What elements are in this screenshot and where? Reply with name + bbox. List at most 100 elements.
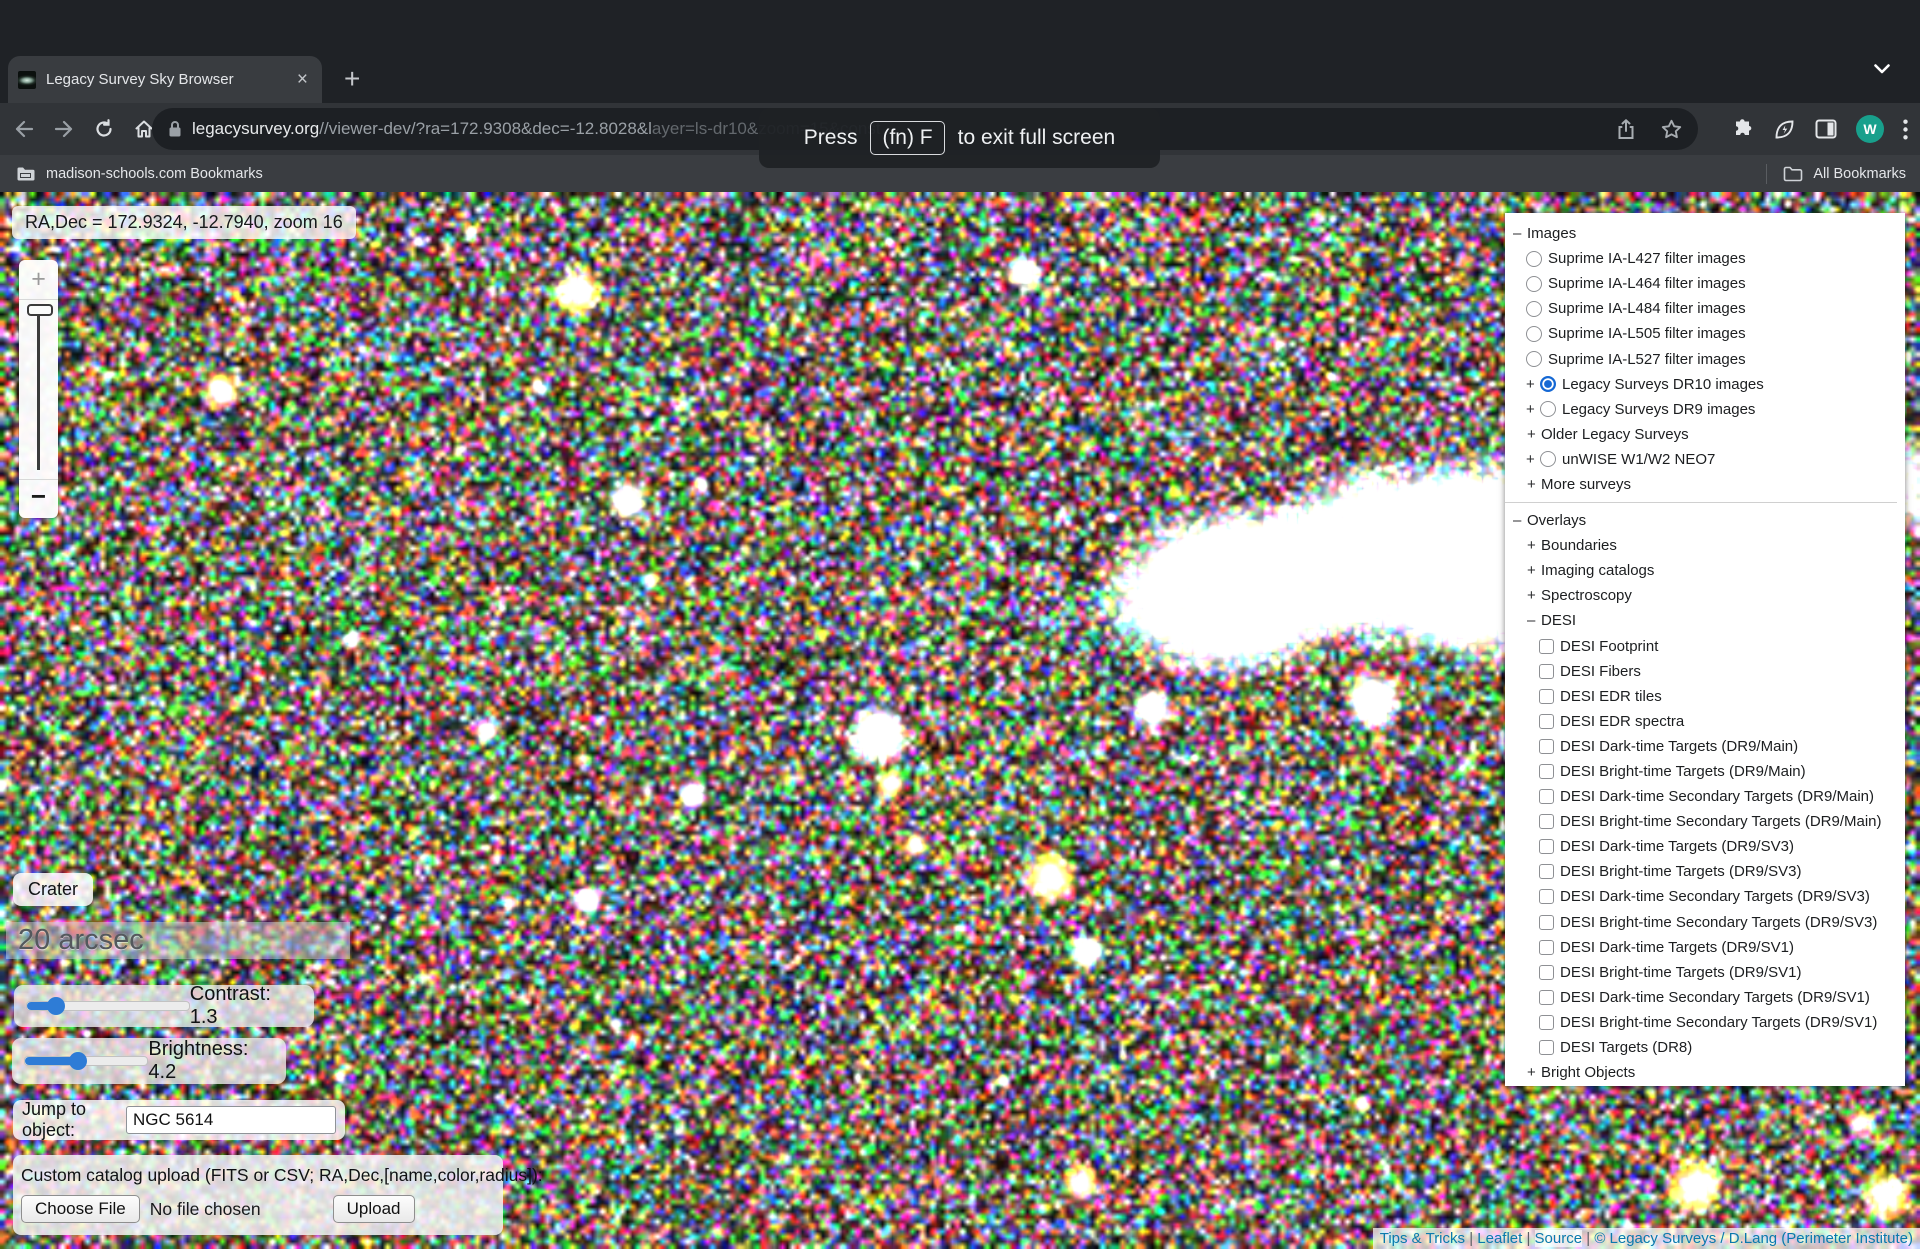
- all-bookmarks-item[interactable]: All Bookmarks: [1766, 164, 1906, 184]
- share-icon[interactable]: [1617, 119, 1635, 140]
- layer-option-suprime-ia-l505-filter-images[interactable]: Suprime IA-L505 filter images: [1513, 321, 1905, 346]
- expand-icon[interactable]: +: [1527, 562, 1541, 579]
- layer-option-legacy-surveys-dr10-images[interactable]: +Legacy Surveys DR10 images: [1513, 372, 1905, 397]
- collapse-icon[interactable]: –: [1527, 612, 1541, 629]
- back-icon[interactable]: [14, 120, 34, 138]
- tab-close-icon[interactable]: ×: [293, 70, 312, 89]
- forward-icon[interactable]: [54, 120, 74, 138]
- kebab-menu-icon[interactable]: [1903, 119, 1908, 140]
- expand-icon[interactable]: +: [1526, 376, 1540, 393]
- expand-icon[interactable]: +: [1527, 587, 1541, 604]
- zoom-slider-track[interactable]: [37, 310, 40, 470]
- contrast-slider[interactable]: [26, 1001, 190, 1011]
- zoom-in-button[interactable]: +: [19, 260, 58, 300]
- bookmarks-folder-item[interactable]: madison-schools.com Bookmarks: [16, 166, 263, 182]
- layer-option-imaging-catalogs[interactable]: +Imaging catalogs: [1513, 558, 1905, 583]
- layer-option-more-surveys[interactable]: +More surveys: [1513, 472, 1905, 497]
- layer-option-desi-bright-time-targets-dr9-main[interactable]: DESI Bright-time Targets (DR9/Main): [1513, 759, 1905, 784]
- layer-option-desi-bright-time-secondary-targets-dr9-sv3[interactable]: DESI Bright-time Secondary Targets (DR9/…: [1513, 910, 1905, 935]
- checkbox-unchecked[interactable]: [1539, 814, 1554, 829]
- checkbox-unchecked[interactable]: [1539, 889, 1554, 904]
- checkbox-unchecked[interactable]: [1539, 689, 1554, 704]
- attribution-link-tips-tricks[interactable]: Tips & Tricks: [1380, 1230, 1465, 1247]
- radio-unchecked[interactable]: [1526, 326, 1542, 342]
- expand-icon[interactable]: +: [1527, 476, 1541, 493]
- checkbox-unchecked[interactable]: [1539, 839, 1554, 854]
- zoom-slider[interactable]: [19, 306, 58, 474]
- layer-option-desi-bright-time-secondary-targets-dr9-sv1[interactable]: DESI Bright-time Secondary Targets (DR9/…: [1513, 1010, 1905, 1035]
- layer-option-desi-bright-time-secondary-targets-dr9-main[interactable]: DESI Bright-time Secondary Targets (DR9/…: [1513, 809, 1905, 834]
- extensions-puzzle-icon[interactable]: [1732, 118, 1754, 140]
- layer-option-desi-bright-time-targets-dr9-sv1[interactable]: DESI Bright-time Targets (DR9/SV1): [1513, 960, 1905, 985]
- new-tab-button[interactable]: +: [336, 60, 368, 98]
- radio-checked[interactable]: [1540, 376, 1556, 392]
- expand-icon[interactable]: +: [1527, 426, 1541, 443]
- layer-option-bright-objects[interactable]: +Bright Objects: [1513, 1060, 1905, 1085]
- checkbox-unchecked[interactable]: [1539, 639, 1554, 654]
- checkbox-unchecked[interactable]: [1539, 990, 1554, 1005]
- layer-option-unwise-w1-w2-neo7[interactable]: +unWISE W1/W2 NEO7: [1513, 447, 1905, 472]
- jump-to-object-input[interactable]: [126, 1106, 336, 1134]
- layer-option-spectroscopy[interactable]: +Spectroscopy: [1513, 583, 1905, 608]
- section-images[interactable]: –Images: [1513, 221, 1905, 246]
- section-overlays[interactable]: –Overlays: [1513, 508, 1905, 533]
- layer-option-desi-dark-time-targets-dr9-sv3[interactable]: DESI Dark-time Targets (DR9/SV3): [1513, 834, 1905, 859]
- bookmark-star-icon[interactable]: [1661, 119, 1682, 139]
- layer-option-desi-edr-spectra[interactable]: DESI EDR spectra: [1513, 709, 1905, 734]
- checkbox-unchecked[interactable]: [1539, 789, 1554, 804]
- sky-map[interactable]: RA,Dec = 172.9324, -12.7940, zoom 16 + −…: [0, 192, 1920, 1249]
- layer-option-desi-edr-tiles[interactable]: DESI EDR tiles: [1513, 684, 1905, 709]
- layer-option-desi-fibers[interactable]: DESI Fibers: [1513, 659, 1905, 684]
- zoom-out-button[interactable]: −: [19, 480, 58, 518]
- upload-button[interactable]: Upload: [333, 1195, 415, 1223]
- layer-option-desi-dark-time-targets-dr9-sv1[interactable]: DESI Dark-time Targets (DR9/SV1): [1513, 935, 1905, 960]
- contrast-slider-thumb[interactable]: [47, 997, 65, 1015]
- attribution-link-legacy-surveys-d-lang-perimeter-institute[interactable]: © Legacy Surveys / D.Lang (Perimeter Ins…: [1594, 1230, 1913, 1247]
- attribution-link-leaflet[interactable]: Leaflet: [1477, 1230, 1522, 1247]
- collapse-icon[interactable]: –: [1513, 225, 1527, 242]
- brightness-slider[interactable]: [24, 1056, 148, 1066]
- checkbox-unchecked[interactable]: [1539, 965, 1554, 980]
- expand-icon[interactable]: +: [1527, 537, 1541, 554]
- checkbox-unchecked[interactable]: [1539, 714, 1554, 729]
- expand-icon[interactable]: +: [1526, 451, 1540, 468]
- radio-unchecked[interactable]: [1526, 301, 1542, 317]
- layer-option-boundaries[interactable]: +Boundaries: [1513, 533, 1905, 558]
- checkbox-unchecked[interactable]: [1539, 1015, 1554, 1030]
- layer-option-suprime-ia-l484-filter-images[interactable]: Suprime IA-L484 filter images: [1513, 296, 1905, 321]
- side-panel-icon[interactable]: [1815, 119, 1837, 139]
- reload-icon[interactable]: [94, 119, 114, 139]
- home-icon[interactable]: [134, 119, 154, 139]
- attribution-link-source[interactable]: Source: [1535, 1230, 1583, 1247]
- profile-avatar[interactable]: W: [1856, 115, 1884, 143]
- checkbox-unchecked[interactable]: [1539, 940, 1554, 955]
- layer-option-desi-dark-time-secondary-targets-dr9-sv1[interactable]: DESI Dark-time Secondary Targets (DR9/SV…: [1513, 985, 1905, 1010]
- layer-option-desi-bright-time-targets-dr9-sv3[interactable]: DESI Bright-time Targets (DR9/SV3): [1513, 859, 1905, 884]
- checkbox-unchecked[interactable]: [1539, 864, 1554, 879]
- checkbox-unchecked[interactable]: [1539, 1040, 1554, 1055]
- tab-legacy-survey[interactable]: Legacy Survey Sky Browser ×: [8, 56, 322, 103]
- radio-unchecked[interactable]: [1540, 451, 1556, 467]
- battery-saver-leaf-icon[interactable]: [1773, 118, 1796, 141]
- layer-option-suprime-ia-l527-filter-images[interactable]: Suprime IA-L527 filter images: [1513, 346, 1905, 371]
- expand-icon[interactable]: +: [1526, 401, 1540, 418]
- layer-option-suprime-ia-l427-filter-images[interactable]: Suprime IA-L427 filter images: [1513, 246, 1905, 271]
- checkbox-unchecked[interactable]: [1539, 764, 1554, 779]
- layer-option-desi-dark-time-targets-dr9-main[interactable]: DESI Dark-time Targets (DR9/Main): [1513, 734, 1905, 759]
- layer-option-desi-footprint[interactable]: DESI Footprint: [1513, 634, 1905, 659]
- section-desi[interactable]: –DESI: [1513, 608, 1905, 633]
- collapse-icon[interactable]: –: [1513, 512, 1527, 529]
- layer-option-older-legacy-surveys[interactable]: +Older Legacy Surveys: [1513, 422, 1905, 447]
- layer-option-suprime-ia-l464-filter-images[interactable]: Suprime IA-L464 filter images: [1513, 271, 1905, 296]
- zoom-slider-handle[interactable]: [27, 304, 53, 316]
- radio-unchecked[interactable]: [1526, 276, 1542, 292]
- checkbox-unchecked[interactable]: [1539, 664, 1554, 679]
- choose-file-button[interactable]: Choose File: [21, 1195, 140, 1223]
- checkbox-unchecked[interactable]: [1539, 915, 1554, 930]
- checkbox-unchecked[interactable]: [1539, 739, 1554, 754]
- layer-option-desi-dark-time-secondary-targets-dr9-main[interactable]: DESI Dark-time Secondary Targets (DR9/Ma…: [1513, 784, 1905, 809]
- layer-option-desi-dark-time-secondary-targets-dr9-sv3[interactable]: DESI Dark-time Secondary Targets (DR9/SV…: [1513, 884, 1905, 909]
- expand-icon[interactable]: +: [1527, 1064, 1541, 1081]
- radio-unchecked[interactable]: [1526, 351, 1542, 367]
- radio-unchecked[interactable]: [1526, 251, 1542, 267]
